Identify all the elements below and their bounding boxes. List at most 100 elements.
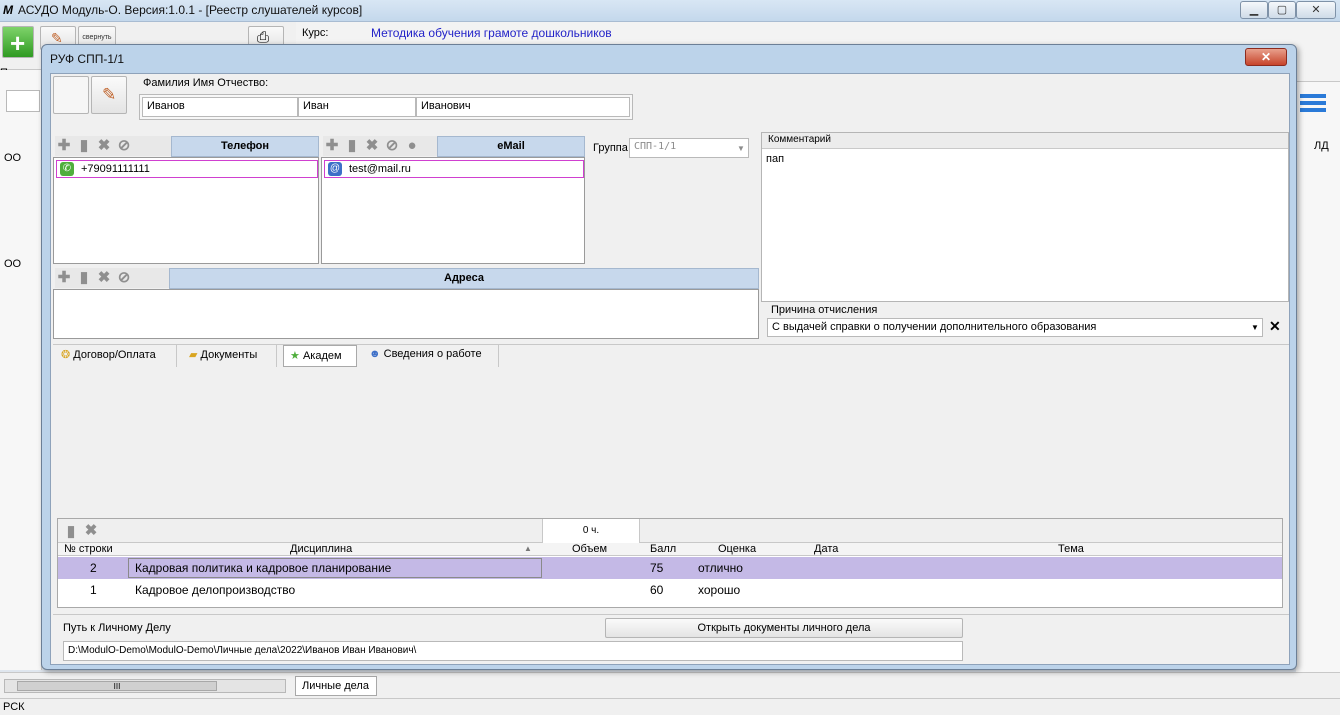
address-panel: ✚ ▮ ✖ ⊘ Адреса bbox=[53, 266, 759, 342]
email-list: @ test@mail.ru bbox=[321, 157, 585, 264]
address-header: Адреса bbox=[169, 268, 759, 289]
grade-cell: хорошо bbox=[698, 583, 741, 597]
dialog-close-button[interactable]: ✕ bbox=[1245, 48, 1287, 66]
grid-header: № строки Дисциплина ▲ Объем Балл Оценка … bbox=[58, 543, 1282, 556]
add-icon[interactable]: ✚ bbox=[57, 270, 71, 285]
address-list bbox=[53, 289, 759, 339]
right-panel: ЛД bbox=[1296, 82, 1340, 672]
delete-icon[interactable]: ✖ bbox=[97, 270, 111, 285]
maximize-button[interactable]: ▢ bbox=[1268, 1, 1296, 19]
photo-box[interactable] bbox=[53, 76, 89, 114]
phone-icon: ✆ bbox=[60, 162, 74, 176]
first-name-field[interactable]: Иван bbox=[298, 97, 416, 117]
grid-toolbar: ▮ ✖ 0 ч. bbox=[58, 519, 1282, 543]
table-row[interactable]: 2 Кадровая политика и кадровое планирова… bbox=[58, 557, 1282, 579]
path-field[interactable]: D:\ModulO-Demo\ModulO-Demo\Личные дела\2… bbox=[63, 641, 963, 661]
phone-item[interactable]: ✆ +79091111111 bbox=[56, 160, 318, 178]
comment-textarea[interactable]: пап bbox=[766, 153, 1284, 297]
edit-icon[interactable]: ▮ bbox=[345, 138, 359, 153]
scroll-thumb[interactable]: III bbox=[17, 681, 217, 691]
sort-asc-icon: ▲ bbox=[524, 544, 532, 553]
dialog-body: ✎ Фамилия Имя Отчество: Иванов Иван Иван… bbox=[50, 73, 1290, 665]
phone-list: ✆ +79091111111 bbox=[53, 157, 319, 264]
email-address: test@mail.ru bbox=[349, 163, 411, 175]
email-panel: ✚ ▮ ✖ ⊘ ● eMail @ test@mail.ru bbox=[321, 134, 585, 264]
email-header: eMail bbox=[437, 136, 585, 157]
tree-panel: ОО ОО bbox=[0, 70, 42, 670]
column-header[interactable]: Балл bbox=[650, 543, 676, 555]
expel-reason-select[interactable]: С выдачей справки о получении дополнител… bbox=[767, 318, 1263, 337]
coins-icon: ❂ bbox=[61, 349, 71, 361]
status-bar: РСК bbox=[0, 698, 1340, 715]
edit-icon[interactable]: ▮ bbox=[64, 524, 78, 539]
tree-item[interactable]: ОО bbox=[4, 258, 21, 270]
email-item[interactable]: @ test@mail.ru bbox=[324, 160, 584, 178]
grades-grid: ▮ ✖ 0 ч. № строки Дисциплина ▲ Объем Бал… bbox=[57, 518, 1283, 608]
phone-number: +79091111111 bbox=[81, 163, 150, 175]
fio-label: Фамилия Имя Отчество: bbox=[143, 77, 269, 89]
group-select[interactable]: СПП-1/1 bbox=[629, 138, 749, 158]
edit-icon[interactable]: ▮ bbox=[77, 270, 91, 285]
chevron-down-icon: ▼ bbox=[737, 144, 745, 153]
edit-icon[interactable]: ▮ bbox=[77, 138, 91, 153]
delete-icon[interactable]: ✖ bbox=[97, 138, 111, 153]
score-cell: 75 bbox=[650, 561, 664, 575]
close-app-button[interactable]: ✕ bbox=[1296, 1, 1336, 19]
delete-icon[interactable]: ✖ bbox=[365, 138, 379, 153]
add-icon[interactable]: ✚ bbox=[325, 138, 339, 153]
comment-label: Комментарий bbox=[762, 133, 1288, 149]
tree-item[interactable]: ОО bbox=[4, 152, 21, 164]
chevron-down-icon[interactable]: ▼ bbox=[1251, 323, 1259, 332]
menu-icon[interactable] bbox=[1300, 94, 1326, 98]
add-icon[interactable]: ✚ bbox=[57, 138, 71, 153]
email-toolbar: ✚ ▮ ✖ ⊘ ● bbox=[323, 136, 437, 156]
horizontal-scrollbar[interactable]: III bbox=[4, 679, 286, 693]
star-icon: ★ bbox=[290, 350, 300, 362]
edit-fio-button[interactable]: ✎ bbox=[91, 76, 127, 114]
cancel-icon[interactable]: ⊘ bbox=[117, 270, 131, 285]
open-docs-button[interactable]: Открыть документы личного дела bbox=[605, 618, 963, 638]
total-hours: 0 ч. bbox=[542, 519, 640, 543]
path-label: Путь к Личному Делу bbox=[63, 622, 171, 634]
person-icon: ☻ bbox=[369, 348, 381, 360]
last-name-field[interactable]: Иванов bbox=[142, 97, 298, 117]
discipline-cell: Кадровое делопроизводство bbox=[135, 583, 296, 597]
send-icon[interactable]: ● bbox=[405, 138, 419, 153]
student-card-dialog: РУФ СПП-1/1 ✕ ✎ Фамилия Имя Отчество: Ив… bbox=[41, 44, 1297, 670]
column-header[interactable]: Объем bbox=[572, 543, 607, 555]
cancel-icon[interactable]: ⊘ bbox=[385, 138, 399, 153]
address-toolbar: ✚ ▮ ✖ ⊘ bbox=[55, 268, 169, 288]
tab-documents[interactable]: ▰ Документы bbox=[183, 345, 277, 367]
main-titlebar: M АСУДО Модуль-О. Версия:1.0.1 - [Реестр… bbox=[0, 0, 1340, 22]
path-section: Путь к Личному Делу Открыть документы ли… bbox=[53, 614, 1289, 662]
tab-personal-files[interactable]: Личные дела bbox=[295, 676, 377, 696]
score-cell: 60 bbox=[650, 583, 664, 597]
table-row[interactable]: 1 Кадровое делопроизводство 60 хорошо bbox=[58, 579, 1282, 601]
add-big-button[interactable]: + bbox=[2, 26, 34, 58]
middle-name-field[interactable]: Иванович bbox=[416, 97, 630, 117]
column-header[interactable]: Дисциплина bbox=[290, 543, 352, 555]
tree-filter-input[interactable] bbox=[6, 90, 40, 112]
row-number: 2 bbox=[90, 561, 97, 575]
app-logo: M bbox=[3, 3, 13, 17]
minimize-button[interactable]: ▁ bbox=[1240, 1, 1268, 19]
tab-work-info[interactable]: ☻ Сведения о работе bbox=[363, 345, 499, 367]
cancel-icon[interactable]: ⊘ bbox=[117, 138, 131, 153]
column-ld: ЛД bbox=[1314, 140, 1329, 152]
tab-academ[interactable]: ★ Академ bbox=[283, 345, 357, 367]
phone-toolbar: ✚ ▮ ✖ ⊘ bbox=[55, 136, 171, 156]
folder-icon: ▰ bbox=[189, 349, 198, 361]
column-header[interactable]: № строки bbox=[64, 543, 113, 555]
delete-icon[interactable]: ✖ bbox=[84, 523, 98, 538]
course-name: Методика обучения грамоте дошкольников bbox=[371, 26, 612, 40]
pencil-icon: ✎ bbox=[102, 85, 117, 104]
group-label: Группа bbox=[593, 142, 628, 154]
clear-expel-icon[interactable]: ✕ bbox=[1269, 318, 1281, 335]
column-header[interactable]: Тема bbox=[1058, 543, 1084, 555]
discipline-cell[interactable]: Кадровая политика и кадровое планировани… bbox=[128, 558, 542, 578]
column-header[interactable]: Дата bbox=[814, 543, 838, 555]
tab-contract[interactable]: ❂ Договор/Оплата bbox=[55, 345, 177, 367]
tab-label: Сведения о работе bbox=[383, 348, 482, 360]
column-header[interactable]: Оценка bbox=[718, 543, 756, 555]
dialog-title: РУФ СПП-1/1 bbox=[50, 52, 125, 66]
